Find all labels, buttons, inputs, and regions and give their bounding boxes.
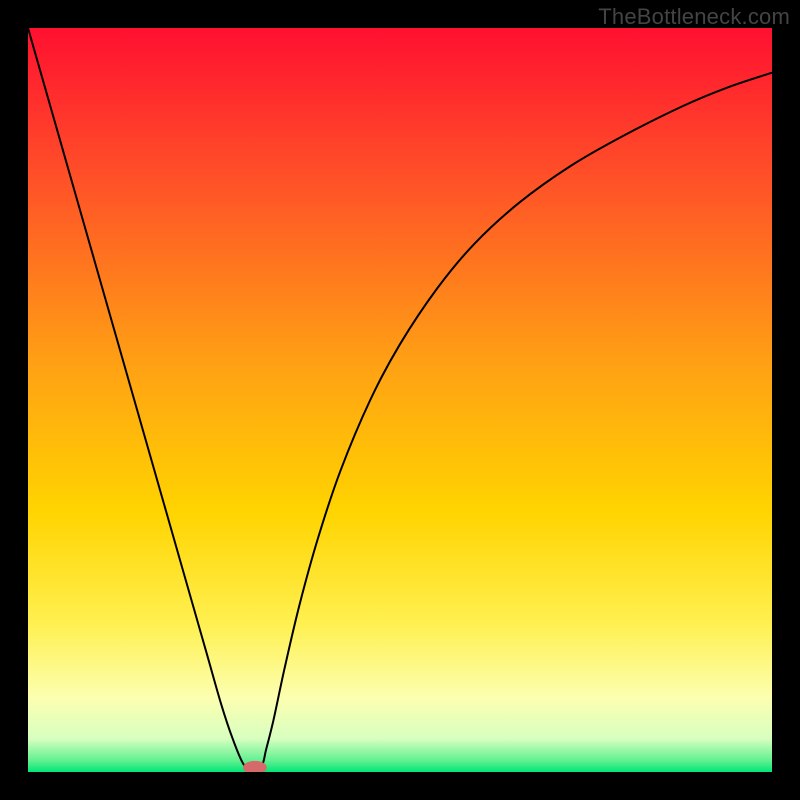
plot-area	[28, 28, 772, 772]
gradient-background	[28, 28, 772, 772]
chart-frame: TheBottleneck.com	[0, 0, 800, 800]
chart-svg	[28, 28, 772, 772]
watermark-text: TheBottleneck.com	[598, 4, 790, 30]
